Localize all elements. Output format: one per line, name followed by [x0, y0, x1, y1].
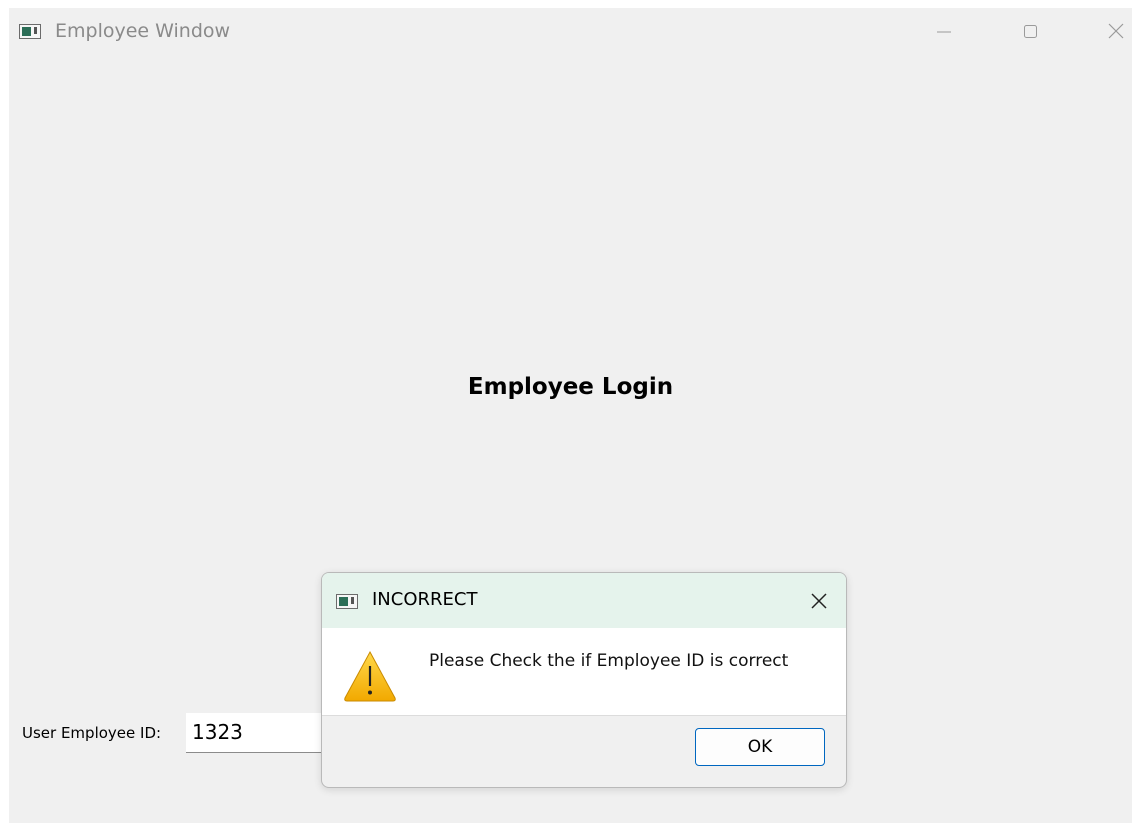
dialog-app-icon: [336, 594, 358, 609]
maximize-icon: [1024, 25, 1037, 38]
minimize-icon: [937, 31, 951, 33]
dialog-message: Please Check the if Employee ID is corre…: [429, 651, 789, 671]
ok-button[interactable]: OK: [695, 728, 825, 766]
close-icon: [1108, 23, 1124, 39]
employee-window: Employee Window Employee Login User Empl…: [9, 8, 1132, 823]
page-title: Employee Login: [467, 374, 674, 400]
window-titlebar[interactable]: Employee Window: [9, 8, 1132, 54]
dialog-close-button[interactable]: [790, 573, 846, 628]
window-title: Employee Window: [55, 20, 231, 42]
warning-icon: [344, 650, 396, 702]
employee-id-input[interactable]: 1323: [186, 713, 331, 753]
incorrect-dialog: INCORRECT Please Check the if Employee I…: [321, 572, 847, 788]
minimize-button[interactable]: [921, 8, 967, 54]
close-button[interactable]: [1093, 8, 1132, 54]
app-window-icon: [19, 24, 41, 39]
dialog-title: INCORRECT: [372, 589, 478, 610]
close-icon: [811, 593, 827, 609]
employee-id-label: User Employee ID:: [22, 724, 162, 742]
maximize-button[interactable]: [1007, 8, 1053, 54]
dialog-body: Please Check the if Employee ID is corre…: [322, 628, 846, 716]
dialog-titlebar[interactable]: INCORRECT: [322, 573, 846, 628]
